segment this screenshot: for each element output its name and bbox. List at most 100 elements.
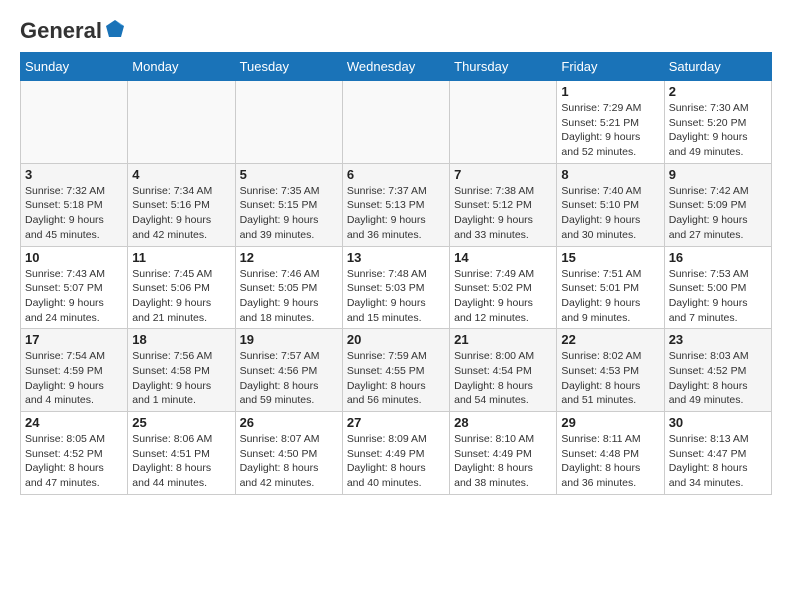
day-number: 29 [561, 415, 659, 430]
calendar-cell [450, 81, 557, 164]
calendar-cell: 3Sunrise: 7:32 AMSunset: 5:18 PMDaylight… [21, 163, 128, 246]
calendar-header-friday: Friday [557, 53, 664, 81]
calendar-header-wednesday: Wednesday [342, 53, 449, 81]
day-info: Sunrise: 8:06 AMSunset: 4:51 PMDaylight:… [132, 432, 230, 491]
logo-icon [104, 18, 126, 40]
day-number: 18 [132, 332, 230, 347]
day-number: 5 [240, 167, 338, 182]
calendar-cell: 29Sunrise: 8:11 AMSunset: 4:48 PMDayligh… [557, 412, 664, 495]
calendar-cell: 21Sunrise: 8:00 AMSunset: 4:54 PMDayligh… [450, 329, 557, 412]
day-number: 13 [347, 250, 445, 265]
calendar-cell [21, 81, 128, 164]
calendar-cell: 13 Sunrise: 7:48 AMSunset: 5:03 PMDayligh… [342, 246, 449, 329]
day-number: 4 [132, 167, 230, 182]
day-number: 30 [669, 415, 767, 430]
calendar-week-row-3: 10Sunrise: 7:43 AMSunset: 5:07 PMDayligh… [21, 246, 772, 329]
calendar-table: SundayMondayTuesdayWednesdayThursdayFrid… [20, 52, 772, 495]
day-number: 3 [25, 167, 123, 182]
day-number: 8 [561, 167, 659, 182]
calendar-cell: 16 Sunrise: 7:53 AMSunset: 5:00 PMDayligh… [664, 246, 771, 329]
calendar-cell: 1 Sunrise: 7:29 AMSunset: 5:21 PMDaylight… [557, 81, 664, 164]
day-number: 22 [561, 332, 659, 347]
day-number: 23 [669, 332, 767, 347]
day-info: Sunrise: 7:35 AMSunset: 5:15 PMDaylight:… [240, 184, 338, 243]
day-number: 26 [240, 415, 338, 430]
day-number: 17 [25, 332, 123, 347]
calendar-header-monday: Monday [128, 53, 235, 81]
calendar-cell: 7Sunrise: 7:38 AMSunset: 5:12 PMDaylight… [450, 163, 557, 246]
day-number: 16 [669, 250, 767, 265]
day-info: Sunrise: 8:02 AMSunset: 4:53 PMDaylight:… [561, 349, 659, 408]
calendar-week-row-4: 17 Sunrise: 7:54 AMSunset: 4:59 PMDayligh… [21, 329, 772, 412]
day-info: Sunrise: 8:05 AMSunset: 4:52 PMDaylight:… [25, 432, 123, 491]
calendar-cell: 18 Sunrise: 7:56 AMSunset: 4:58 PMDayligh… [128, 329, 235, 412]
day-number: 24 [25, 415, 123, 430]
day-info: Sunrise: 7:37 AMSunset: 5:13 PMDaylight:… [347, 184, 445, 243]
day-info: Sunrise: 8:00 AMSunset: 4:54 PMDaylight:… [454, 349, 552, 408]
day-info: Sunrise: 8:07 AMSunset: 4:50 PMDaylight:… [240, 432, 338, 491]
day-info: Sunrise: 7:57 AMSunset: 4:56 PMDaylight:… [240, 349, 338, 408]
day-number: 12 [240, 250, 338, 265]
logo-general: General [20, 20, 102, 42]
day-info: Sunrise: 7:49 AMSunset: 5:02 PMDaylight:… [454, 267, 552, 326]
day-info: Sunrise: 7:59 AMSunset: 4:55 PMDaylight:… [347, 349, 445, 408]
calendar-cell: 11 Sunrise: 7:45 AMSunset: 5:06 PMDayligh… [128, 246, 235, 329]
calendar-cell: 14 Sunrise: 7:49 AMSunset: 5:02 PMDayligh… [450, 246, 557, 329]
day-info: Sunrise: 7:53 AMSunset: 5:00 PMDaylight:… [669, 267, 767, 326]
calendar-cell: 19 Sunrise: 7:57 AMSunset: 4:56 PMDayligh… [235, 329, 342, 412]
calendar-week-row-1: 1 Sunrise: 7:29 AMSunset: 5:21 PMDaylight… [21, 81, 772, 164]
calendar-cell: 24 Sunrise: 8:05 AMSunset: 4:52 PMDayligh… [21, 412, 128, 495]
calendar-cell: 17 Sunrise: 7:54 AMSunset: 4:59 PMDayligh… [21, 329, 128, 412]
calendar-header-sunday: Sunday [21, 53, 128, 81]
day-info: Sunrise: 7:42 AMSunset: 5:09 PMDaylight:… [669, 184, 767, 243]
calendar-week-row-5: 24 Sunrise: 8:05 AMSunset: 4:52 PMDayligh… [21, 412, 772, 495]
day-info: Sunrise: 7:56 AMSunset: 4:58 PMDaylight:… [132, 349, 230, 408]
calendar-header-row: SundayMondayTuesdayWednesdayThursdayFrid… [21, 53, 772, 81]
calendar-cell: 28Sunrise: 8:10 AMSunset: 4:49 PMDayligh… [450, 412, 557, 495]
day-info: Sunrise: 7:48 AMSunset: 5:03 PMDaylight:… [347, 267, 445, 326]
day-number: 1 [561, 84, 659, 99]
calendar-cell: 20Sunrise: 7:59 AMSunset: 4:55 PMDayligh… [342, 329, 449, 412]
day-number: 2 [669, 84, 767, 99]
day-info: Sunrise: 7:30 AMSunset: 5:20 PMDaylight:… [669, 101, 767, 160]
calendar-cell: 12 Sunrise: 7:46 AMSunset: 5:05 PMDayligh… [235, 246, 342, 329]
calendar-cell: 25 Sunrise: 8:06 AMSunset: 4:51 PMDayligh… [128, 412, 235, 495]
calendar-cell: 15 Sunrise: 7:51 AMSunset: 5:01 PMDayligh… [557, 246, 664, 329]
day-number: 14 [454, 250, 552, 265]
day-info: Sunrise: 7:34 AMSunset: 5:16 PMDaylight:… [132, 184, 230, 243]
calendar-cell: 26 Sunrise: 8:07 AMSunset: 4:50 PMDayligh… [235, 412, 342, 495]
calendar-cell [235, 81, 342, 164]
day-number: 11 [132, 250, 230, 265]
day-info: Sunrise: 8:13 AMSunset: 4:47 PMDaylight:… [669, 432, 767, 491]
page-header: General [20, 20, 772, 42]
day-info: Sunrise: 7:54 AMSunset: 4:59 PMDaylight:… [25, 349, 123, 408]
calendar-cell: 4 Sunrise: 7:34 AMSunset: 5:16 PMDaylight… [128, 163, 235, 246]
logo: General [20, 20, 126, 42]
day-info: Sunrise: 7:43 AMSunset: 5:07 PMDaylight:… [25, 267, 123, 326]
calendar-cell: 22 Sunrise: 8:02 AMSunset: 4:53 PMDayligh… [557, 329, 664, 412]
calendar-cell: 2 Sunrise: 7:30 AMSunset: 5:20 PMDaylight… [664, 81, 771, 164]
day-number: 25 [132, 415, 230, 430]
day-info: Sunrise: 8:09 AMSunset: 4:49 PMDaylight:… [347, 432, 445, 491]
calendar-header-saturday: Saturday [664, 53, 771, 81]
calendar-header-thursday: Thursday [450, 53, 557, 81]
day-number: 9 [669, 167, 767, 182]
calendar-cell: 9 Sunrise: 7:42 AMSunset: 5:09 PMDaylight… [664, 163, 771, 246]
day-number: 6 [347, 167, 445, 182]
calendar-header-tuesday: Tuesday [235, 53, 342, 81]
calendar-cell: 6 Sunrise: 7:37 AMSunset: 5:13 PMDaylight… [342, 163, 449, 246]
calendar-week-row-2: 3Sunrise: 7:32 AMSunset: 5:18 PMDaylight… [21, 163, 772, 246]
day-number: 19 [240, 332, 338, 347]
day-info: Sunrise: 7:29 AMSunset: 5:21 PMDaylight:… [561, 101, 659, 160]
calendar-cell: 5 Sunrise: 7:35 AMSunset: 5:15 PMDaylight… [235, 163, 342, 246]
day-info: Sunrise: 7:46 AMSunset: 5:05 PMDaylight:… [240, 267, 338, 326]
day-number: 27 [347, 415, 445, 430]
calendar-cell: 8 Sunrise: 7:40 AMSunset: 5:10 PMDaylight… [557, 163, 664, 246]
day-info: Sunrise: 7:40 AMSunset: 5:10 PMDaylight:… [561, 184, 659, 243]
day-number: 15 [561, 250, 659, 265]
day-info: Sunrise: 7:45 AMSunset: 5:06 PMDaylight:… [132, 267, 230, 326]
day-info: Sunrise: 7:51 AMSunset: 5:01 PMDaylight:… [561, 267, 659, 326]
calendar-cell: 27 Sunrise: 8:09 AMSunset: 4:49 PMDayligh… [342, 412, 449, 495]
day-number: 28 [454, 415, 552, 430]
calendar-cell: 10Sunrise: 7:43 AMSunset: 5:07 PMDayligh… [21, 246, 128, 329]
